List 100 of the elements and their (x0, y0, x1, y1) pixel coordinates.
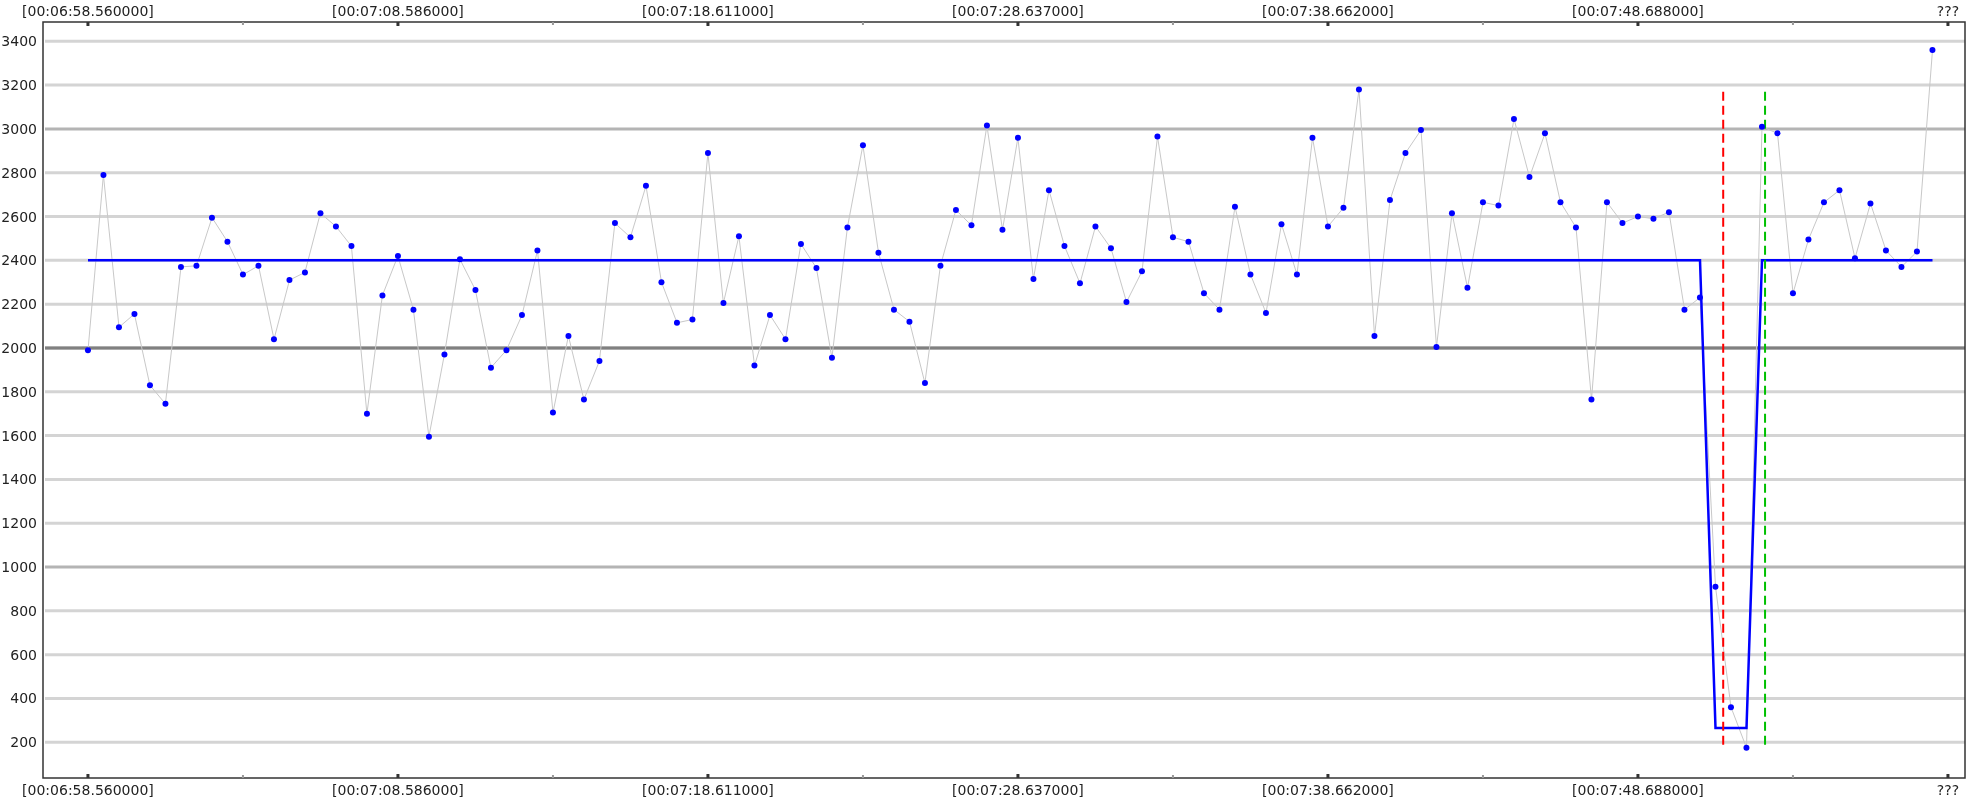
data-point (1913, 248, 1920, 255)
y-tick-label: 2400 (1, 252, 37, 269)
tick-mark (1946, 774, 1950, 778)
tick-mark (861, 22, 864, 25)
data-point (1603, 199, 1610, 206)
tick-mark (241, 22, 244, 25)
data-point (1572, 224, 1579, 231)
data-point (968, 222, 975, 229)
data-point (813, 265, 820, 271)
data-point (1309, 134, 1316, 141)
data-point (1634, 213, 1641, 220)
data-point (1340, 204, 1347, 211)
data-point (999, 226, 1006, 233)
x-tick-label: [00:07:38.662000] (1262, 782, 1394, 798)
data-point (1169, 234, 1176, 241)
data-point (1138, 268, 1145, 275)
x-tick-label: [00:07:38.662000] (1262, 3, 1394, 19)
data-point (224, 238, 231, 245)
data-point (301, 269, 308, 276)
data-point (766, 312, 773, 319)
data-point (1030, 275, 1037, 282)
data-point (1014, 134, 1021, 141)
data-point (503, 347, 510, 354)
y-tick-label: 2800 (1, 164, 37, 181)
data-point (673, 319, 680, 326)
y-tick-label: 800 (10, 602, 37, 619)
x-tick-label: [00:07:48.688000] (1572, 782, 1704, 798)
data-point (193, 262, 200, 269)
data-point (1727, 704, 1734, 711)
data-point (1743, 744, 1750, 751)
data-point (487, 364, 494, 371)
data-point (1898, 263, 1905, 270)
data-point (1805, 236, 1812, 243)
tick-mark (1791, 22, 1794, 25)
tick-mark (1171, 22, 1174, 25)
tick-mark (1171, 775, 1174, 778)
data-point (580, 396, 587, 403)
data-point (1650, 215, 1657, 222)
data-point (1665, 209, 1672, 216)
y-tick-label: 2000 (1, 339, 37, 356)
data-point (1836, 187, 1843, 194)
tick-mark (706, 22, 710, 26)
data-point (84, 347, 91, 354)
y-tick-label: 1400 (1, 471, 37, 488)
data-point (952, 206, 959, 213)
data-point (518, 312, 525, 319)
data-point (828, 354, 835, 361)
x-tick-label: [00:07:18.611000] (642, 3, 774, 19)
data-point (379, 292, 386, 299)
data-point (782, 336, 789, 343)
data-point (1386, 197, 1393, 204)
data-point (534, 247, 541, 254)
data-point (270, 336, 277, 343)
data-point (363, 410, 370, 417)
tick-mark (1636, 774, 1640, 778)
y-tick-label: 600 (10, 646, 37, 663)
data-point (983, 122, 990, 129)
data-point (100, 171, 107, 178)
x-tick-label: [00:07:48.688000] (1572, 3, 1704, 19)
data-point (937, 262, 944, 269)
data-point (410, 306, 417, 313)
data-point (239, 271, 246, 278)
data-point (1526, 174, 1533, 181)
y-tick-label: 1200 (1, 515, 37, 532)
y-tick-label: 2600 (1, 208, 37, 225)
x-tick-label: ??? (1936, 782, 1960, 798)
y-tick-label: 2200 (1, 296, 37, 313)
data-point (844, 224, 851, 231)
data-point (875, 249, 882, 256)
tick-mark (706, 774, 710, 778)
y-tick-label: 200 (10, 734, 37, 751)
data-point (1820, 199, 1827, 206)
data-point (394, 252, 401, 259)
data-point (1247, 271, 1254, 278)
data-point (1681, 306, 1688, 313)
data-point (208, 214, 215, 221)
data-point (317, 210, 324, 217)
data-point (1231, 203, 1238, 210)
x-tick-label: [00:07:28.637000] (952, 3, 1084, 19)
data-point (1200, 290, 1207, 297)
data-point (1882, 247, 1889, 254)
data-point (1371, 332, 1378, 339)
data-point (162, 400, 169, 407)
data-point (1758, 123, 1765, 130)
tick-mark (1791, 775, 1794, 778)
x-tick-label: [00:07:08.586000] (332, 3, 464, 19)
data-point (751, 362, 758, 369)
data-point (1464, 284, 1471, 291)
data-point (689, 316, 696, 323)
data-point (1588, 396, 1595, 403)
data-point (565, 332, 572, 339)
data-point (1774, 130, 1781, 137)
tick-mark (1326, 774, 1330, 778)
data-point (1541, 130, 1548, 137)
data-point (658, 279, 665, 286)
data-point (1402, 150, 1409, 156)
tick-mark (86, 22, 90, 26)
tick-mark (396, 22, 400, 26)
x-tick-label: [00:07:28.637000] (952, 782, 1084, 798)
data-point (255, 262, 262, 269)
